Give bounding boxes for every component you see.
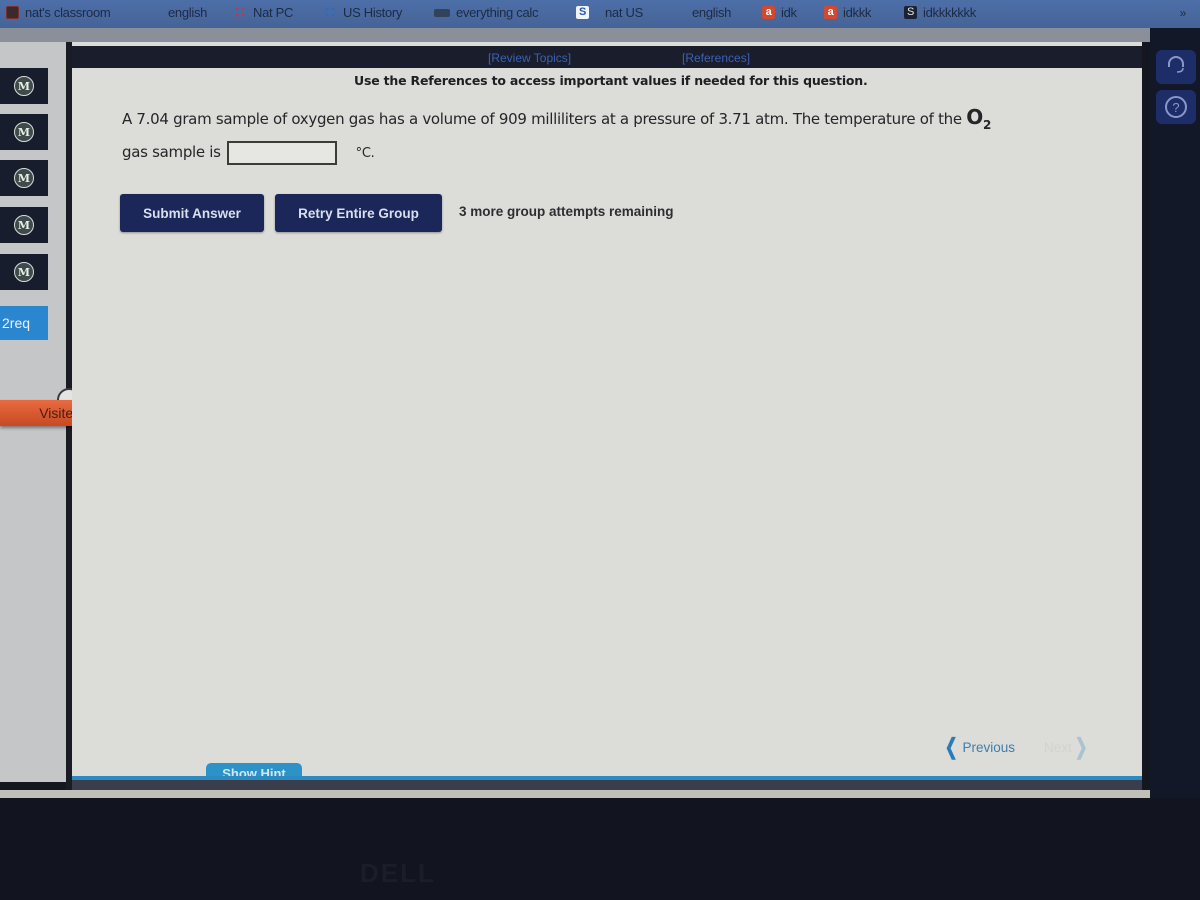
more-bookmarks-chevron-icon[interactable]: » [1180, 6, 1187, 20]
right-panel: ? [1150, 28, 1200, 800]
help-button[interactable]: ? [1156, 90, 1196, 124]
bookmark-idk[interactable]: a idk [762, 5, 797, 20]
formula-sub: 2 [982, 118, 992, 132]
nav-item-2[interactable]: M [0, 114, 48, 150]
retry-entire-group-button[interactable]: Retry Entire Group [275, 194, 442, 232]
bookmark-label: Nat PC [253, 5, 294, 20]
bookmark-us-history[interactable]: US History [324, 5, 402, 20]
help-icon: ? [1165, 96, 1187, 118]
bookmark-nats-classroom[interactable]: nat's classroom [6, 5, 111, 20]
bookmark-label: nat US [605, 5, 643, 20]
question-text: A 7.04 gram sample of oxygen gas has a v… [122, 104, 1112, 167]
nav-item-4[interactable]: M [0, 207, 48, 243]
amazon-icon: a [824, 6, 837, 19]
mastery-icon: M [14, 122, 34, 142]
nav-item-1[interactable]: M [0, 68, 48, 104]
s-dark-icon: S [904, 6, 917, 19]
formula-main: O [966, 105, 983, 129]
references-note: Use the References to access important v… [354, 73, 868, 88]
chevron-right-icon: ❯ [1074, 734, 1088, 759]
bookmark-label: english [168, 5, 208, 20]
references-link[interactable]: [References] [682, 51, 750, 65]
question-topbar: [Review Topics] [References] [72, 46, 1142, 68]
monitor-bezel [0, 798, 1200, 900]
nav-item-current[interactable]: 2req [0, 306, 48, 340]
bookmark-nat-us[interactable]: S nat US [576, 5, 643, 20]
chevron-left-icon: ❮ [944, 734, 958, 759]
bookmark-nat-pc[interactable]: Nat PC [234, 5, 293, 20]
next-button[interactable]: Next ❯ [1044, 734, 1090, 760]
bookmark-label: english [692, 5, 732, 20]
bookmark-english-2[interactable]: english [692, 5, 731, 20]
temperature-answer-input[interactable] [227, 140, 338, 165]
mastery-icon: M [14, 262, 34, 282]
nav-item-3[interactable]: M [0, 160, 48, 196]
monitor-logo: DELL [360, 858, 436, 888]
red-dots-icon [234, 6, 247, 19]
bookmark-idkkkkkkk[interactable]: S idkkkkkkk [904, 5, 976, 20]
support-button[interactable] [1156, 50, 1196, 84]
previous-button[interactable]: ❮ Previous [942, 734, 1015, 760]
submit-answer-button[interactable]: Submit Answer [120, 194, 264, 232]
unit-label: °C. [355, 146, 375, 161]
nav-item-5[interactable]: M [0, 254, 48, 290]
bookmark-label: idkkkkkkk [923, 5, 976, 20]
bookmark-english[interactable]: english [168, 5, 207, 20]
next-label: Next [1044, 739, 1072, 755]
review-topics-link[interactable]: [Review Topics] [488, 51, 571, 65]
blue-dots-icon [324, 6, 337, 19]
bookmark-everything-calc[interactable]: everything calc [434, 5, 539, 20]
previous-label: Previous [962, 739, 1015, 755]
mastery-icon: M [14, 76, 34, 96]
mastery-icon: M [14, 168, 34, 188]
arrow-icon [434, 8, 450, 17]
bookmark-label: idk [781, 5, 797, 20]
footer-bar [72, 780, 1142, 790]
headset-icon [1165, 54, 1187, 81]
s-blue-icon: S [576, 6, 589, 19]
bookmark-label: US History [343, 5, 403, 20]
question-text-part1: A 7.04 gram sample of oxygen gas has a v… [122, 110, 967, 128]
bookmark-idkkk[interactable]: a idkkk [824, 5, 871, 20]
bookmark-label: idkkk [843, 5, 872, 20]
attempts-remaining-text: 3 more group attempts remaining [459, 204, 674, 219]
screen-edge [0, 790, 1150, 798]
amazon-icon: a [762, 6, 775, 19]
question-panel: [Review Topics] [References] Use the Ref… [72, 42, 1142, 790]
bookmarks-bar: nat's classroom english Nat PC US Histor… [0, 0, 1200, 28]
question-text-part2: gas sample is [122, 143, 221, 161]
frame-strip [0, 28, 1200, 42]
classroom-icon [6, 6, 19, 19]
bookmark-label: nat's classroom [25, 5, 111, 20]
bookmark-label: everything calc [456, 5, 539, 20]
oxygen-formula: O2 [966, 105, 992, 132]
mastery-icon: M [14, 215, 34, 235]
